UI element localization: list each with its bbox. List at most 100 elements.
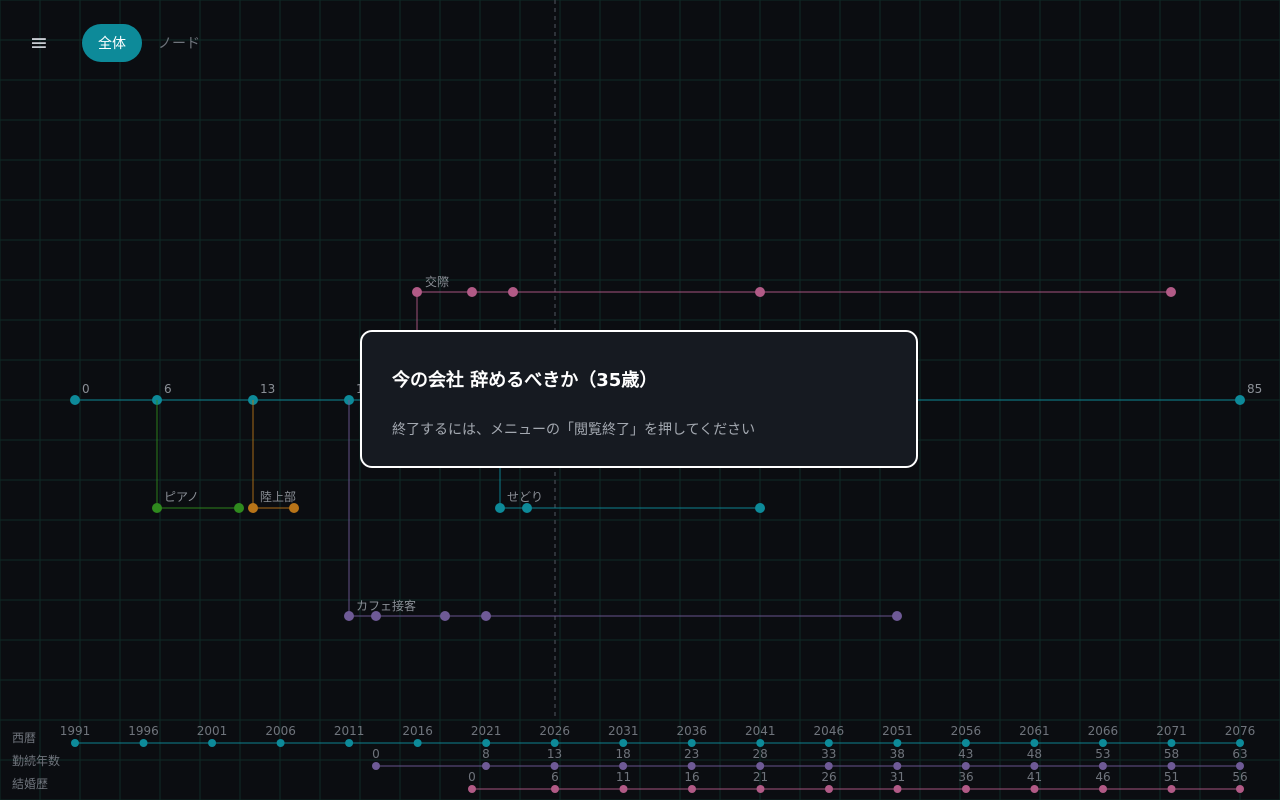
axis-tick-dot — [824, 739, 833, 747]
axis-tick-dot — [139, 739, 148, 747]
axis-tick-label: 0 — [372, 747, 380, 761]
axis-tick-dot — [1098, 739, 1107, 747]
axis-tick-dot — [1236, 739, 1244, 747]
axis-tick-label: 58 — [1164, 747, 1179, 761]
axis-tick-dot — [468, 785, 476, 793]
axis-tick-label: 31 — [890, 770, 905, 784]
axis-tick-dot — [345, 739, 354, 747]
axis-tick-dot — [1236, 762, 1244, 770]
axis-tick-label: 2026 — [539, 724, 570, 738]
axis-tick-dot — [893, 785, 902, 793]
axis-tick-dot — [824, 762, 833, 770]
main-timeline-node — [70, 395, 80, 405]
axis-tick-dot — [1167, 739, 1176, 747]
axis-tick-dot — [1099, 785, 1107, 793]
axis-row-label: 西暦 — [12, 731, 36, 745]
axis-tick-dot — [1030, 739, 1039, 747]
axis-row-label: 勤続年数 — [12, 753, 60, 768]
axis-tick-label: 63 — [1232, 747, 1247, 761]
axis-tick-label: 2021 — [471, 724, 502, 738]
axis-tick-label: 11 — [616, 770, 631, 784]
axis-tick-label: 28 — [753, 747, 768, 761]
axis-tick-dot — [276, 739, 285, 747]
branch-node — [481, 611, 491, 621]
toggle-overall-button[interactable]: 全体 — [82, 24, 142, 62]
age-label: 0 — [82, 382, 90, 396]
axis-tick-dot — [1236, 785, 1244, 793]
axis-tick-label: 46 — [1095, 770, 1110, 784]
axis-tick-dot — [687, 739, 696, 747]
branch-label-relationship: 交際 — [425, 274, 449, 289]
axis-tick-label: 51 — [1164, 770, 1179, 784]
axis-tick-dot — [961, 762, 970, 770]
axis-tick-label: 1991 — [60, 724, 91, 738]
axis-tick-label: 23 — [684, 747, 699, 761]
branch-node — [234, 503, 244, 513]
axis-tick-dot — [551, 785, 559, 793]
axis-tick-dot — [550, 739, 559, 747]
branch-node — [467, 287, 477, 297]
axis-tick-label: 18 — [615, 747, 630, 761]
axis-tick-dot — [619, 739, 628, 747]
axis-tick-label: 2031 — [608, 724, 639, 738]
axis-tick-label: 21 — [753, 770, 768, 784]
axis-tick-label: 26 — [821, 770, 836, 784]
axis-tick-label: 53 — [1095, 747, 1110, 761]
axis-tick-dot — [71, 739, 79, 747]
view-toggle: 全体 ノード — [82, 24, 216, 62]
axis-tick-dot — [619, 762, 628, 770]
main-timeline-node — [1235, 395, 1245, 405]
axis-tick-dot — [893, 739, 902, 747]
axis-tick-label: 2066 — [1088, 724, 1119, 738]
axis-tick-label: 2041 — [745, 724, 776, 738]
branch-label-sedori: せどり — [507, 490, 543, 504]
axis-tick-dot — [688, 785, 696, 793]
age-label: 13 — [260, 382, 275, 396]
age-label: 85 — [1247, 382, 1262, 396]
axis-tick-dot — [208, 739, 217, 747]
branch-node — [440, 611, 450, 621]
timeline-viewer: 0613185交際ピアノ陸上部せどりカフェ接客西暦199119962001200… — [0, 0, 1280, 800]
branch-node — [344, 611, 354, 621]
axis-tick-label: 38 — [890, 747, 905, 761]
axis-tick-label: 2071 — [1156, 724, 1187, 738]
axis-tick-label: 2061 — [1019, 724, 1050, 738]
axis-tick-label: 2046 — [814, 724, 845, 738]
axis-tick-dot — [1098, 762, 1107, 770]
axis-tick-dot — [1167, 762, 1176, 770]
hamburger-menu-icon[interactable]: ≡ — [22, 28, 56, 60]
toggle-node-button[interactable]: ノード — [142, 24, 216, 62]
axis-tick-dot — [687, 762, 696, 770]
branch-node — [892, 611, 902, 621]
branch-node — [755, 503, 765, 513]
branch-node — [289, 503, 299, 513]
axis-tick-dot — [893, 762, 902, 770]
branch-node — [412, 287, 422, 297]
axis-tick-dot — [962, 785, 970, 793]
axis-tick-dot — [825, 785, 833, 793]
axis-tick-label: 2036 — [676, 724, 707, 738]
branch-node — [755, 287, 765, 297]
axis-tick-dot — [372, 762, 380, 770]
axis-tick-dot — [756, 762, 765, 770]
axis-tick-dot — [550, 762, 559, 770]
branch-label-piano: ピアノ — [164, 490, 199, 504]
axis-tick-dot — [756, 739, 765, 747]
axis-tick-dot — [482, 762, 490, 770]
axis-tick-label: 2056 — [951, 724, 982, 738]
axis-tick-label: 13 — [547, 747, 562, 761]
axis-tick-label: 41 — [1027, 770, 1042, 784]
branch-node — [522, 503, 532, 513]
axis-tick-label: 8 — [482, 747, 490, 761]
branch-node — [248, 503, 258, 513]
axis-tick-dot — [1167, 785, 1176, 793]
dialog-title: 今の会社 辞めるべきか（35歳） — [392, 370, 658, 391]
axis-tick-dot — [1030, 785, 1039, 793]
branch-node — [508, 287, 518, 297]
axis-tick-label: 43 — [958, 747, 973, 761]
dialog-message: 終了するには、メニューの「閲覧終了」を押してください — [392, 422, 756, 438]
axis-tick-label: 36 — [958, 770, 973, 784]
axis-tick-label: 6 — [551, 770, 559, 784]
axis-tick-dot — [619, 785, 628, 793]
info-dialog: 今の会社 辞めるべきか（35歳） 終了するには、メニューの「閲覧終了」を押してく… — [360, 330, 918, 468]
